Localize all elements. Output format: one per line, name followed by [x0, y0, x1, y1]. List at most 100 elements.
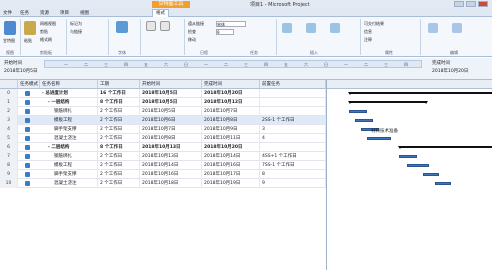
- table-cell-name[interactable]: - 一层结构: [40, 98, 98, 107]
- table-cell-n[interactable]: 3: [0, 116, 18, 125]
- table-cell-dur[interactable]: 2 个工作日: [98, 179, 140, 188]
- font-size-select[interactable]: 9: [216, 29, 234, 35]
- close-button[interactable]: [478, 1, 488, 7]
- table-cell-pred[interactable]: [260, 143, 326, 152]
- gantt-chart[interactable]: 材料技术准备: [326, 80, 492, 270]
- table-cell-pred[interactable]: 9: [260, 179, 326, 188]
- table-row[interactable]: 1 - 一层结构 8 个工作日 2018年10月5日 2018年10月12日: [0, 98, 326, 107]
- table-cell-start[interactable]: 2018年10月6日: [140, 116, 202, 125]
- gantt-task-bar[interactable]: [355, 119, 373, 122]
- table-cell-n[interactable]: 0: [0, 89, 18, 98]
- table-cell-pred[interactable]: [260, 98, 326, 107]
- gantt-task-bar[interactable]: [423, 173, 439, 176]
- table-cell-n[interactable]: 4: [0, 125, 18, 134]
- ribbon-small-button[interactable]: 注释: [364, 37, 372, 43]
- table-cell-start[interactable]: 2018年10月14日: [140, 161, 202, 170]
- table-cell-pred[interactable]: 8: [260, 170, 326, 179]
- table-cell-start[interactable]: 2018年10月7日: [140, 125, 202, 134]
- column-header-mode[interactable]: 任务模式: [18, 80, 40, 89]
- table-cell-name[interactable]: 模板工程: [40, 116, 98, 125]
- maximize-button[interactable]: [466, 1, 476, 7]
- table-row[interactable]: 9 脚手架支撑 2 个工作日 2018年10月16日 2018年10月17日 8: [0, 170, 326, 179]
- table-cell-start[interactable]: 2018年10月16日: [140, 170, 202, 179]
- table-cell-finish[interactable]: 2018年10月12日: [202, 98, 260, 107]
- gantt-summary-bar[interactable]: [398, 146, 492, 149]
- table-cell-name[interactable]: 混凝土浇注: [40, 134, 98, 143]
- table-cell-n[interactable]: 6: [0, 143, 18, 152]
- ribbon-small-button[interactable]: 标记为: [70, 21, 82, 27]
- column-header-duration[interactable]: 工期: [98, 80, 140, 89]
- table-row[interactable]: 6 - 二层结构 8 个工作日 2018年10月13日 2018年10月20日: [0, 143, 326, 152]
- table-cell-finish[interactable]: 2018年10月7日: [202, 107, 260, 116]
- task-icon[interactable]: [282, 23, 292, 33]
- table-cell-finish[interactable]: 2018年10月19日: [202, 179, 260, 188]
- table-cell-dur[interactable]: 2 个工作日: [98, 161, 140, 170]
- gantt-tools-tab[interactable]: 甘特图工具: [152, 1, 190, 8]
- table-cell-start[interactable]: 2018年10月5日: [140, 107, 202, 116]
- table-cell-n[interactable]: 5: [0, 134, 18, 143]
- table-cell-pred[interactable]: [260, 89, 326, 98]
- ribbon-small-button[interactable]: 检查: [188, 29, 196, 35]
- tab-resource[interactable]: 资源: [40, 10, 49, 16]
- table-cell-name[interactable]: 模板工程: [40, 161, 98, 170]
- tab-project[interactable]: 项目: [60, 10, 69, 16]
- table-cell-finish[interactable]: 2018年10月11日: [202, 134, 260, 143]
- gantt-summary-bar[interactable]: [348, 101, 428, 104]
- gantt-view-button[interactable]: 甘特图: [3, 38, 15, 44]
- paste-button[interactable]: 粘贴: [24, 38, 32, 44]
- table-cell-finish[interactable]: 2018年10月20日: [202, 143, 260, 152]
- table-row[interactable]: 8 模板工程 2 个工作日 2018年10月14日 2018年10月16日 7SS-1 个…: [0, 161, 326, 170]
- ribbon-small-button[interactable]: 与链接: [70, 29, 82, 35]
- table-row[interactable]: 2 钢筋绑扎 2 个工作日 2018年10月5日 2018年10月7日: [0, 107, 326, 116]
- table-cell-finish[interactable]: 2018年10月14日: [202, 152, 260, 161]
- table-cell-n[interactable]: 1: [0, 98, 18, 107]
- table-row[interactable]: 3 模板工程 2 个工作日 2018年10月6日 2018年10月8日 2SS-1 个工作…: [0, 116, 326, 125]
- table-cell-dur[interactable]: 8 个工作日: [98, 143, 140, 152]
- ribbon-small-button[interactable]: 格式刷: [40, 37, 52, 43]
- table-cell-pred[interactable]: 3: [260, 125, 326, 134]
- ribbon-small-button[interactable]: 遵从链接: [188, 21, 204, 27]
- table-cell-pred[interactable]: 2SS-1 个工作日: [260, 116, 326, 125]
- table-row[interactable]: 4 脚手架支撑 2 个工作日 2018年10月7日 2018年10月9日 3: [0, 125, 326, 134]
- column-header-start[interactable]: 开始时间: [140, 80, 202, 89]
- table-cell-dur[interactable]: 16 个工作日: [98, 89, 140, 98]
- table-cell-n[interactable]: 2: [0, 107, 18, 116]
- table-cell-dur[interactable]: 2 个工作日: [98, 125, 140, 134]
- table-cell-name[interactable]: - 二层结构: [40, 143, 98, 152]
- table-cell-finish[interactable]: 2018年10月16日: [202, 161, 260, 170]
- ribbon-small-button[interactable]: 移动: [188, 37, 196, 43]
- tab-file[interactable]: 文件: [3, 10, 12, 16]
- gantt-summary-bar[interactable]: [348, 92, 492, 95]
- milestone-icon[interactable]: [306, 23, 316, 33]
- table-row[interactable]: 5 混凝土浇注 2 个工作日 2018年10月8日 2018年10月11日 4: [0, 134, 326, 143]
- table-cell-n[interactable]: 8: [0, 161, 18, 170]
- table-cell-pred[interactable]: [260, 107, 326, 116]
- table-cell-dur[interactable]: 2 个工作日: [98, 152, 140, 161]
- table-cell-name[interactable]: - 总进度计划: [40, 89, 98, 98]
- table-cell-n[interactable]: 7: [0, 152, 18, 161]
- minimize-button[interactable]: [454, 1, 464, 7]
- gantt-task-bar[interactable]: [407, 164, 429, 167]
- table-cell-dur[interactable]: 2 个工作日: [98, 134, 140, 143]
- table-cell-name[interactable]: 脚手架支撑: [40, 170, 98, 179]
- table-cell-start[interactable]: 2018年10月13日: [140, 152, 202, 161]
- find-icon[interactable]: [452, 23, 462, 33]
- table-cell-start[interactable]: 2018年10月13日: [140, 143, 202, 152]
- ribbon-small-button[interactable]: 信息: [364, 29, 372, 35]
- table-cell-dur[interactable]: 2 个工作日: [98, 107, 140, 116]
- table-cell-name[interactable]: 脚手架支撑: [40, 125, 98, 134]
- font-name-select[interactable]: 宋体: [216, 21, 246, 27]
- table-cell-n[interactable]: 10: [0, 179, 18, 188]
- tab-task[interactable]: 任务: [20, 10, 29, 16]
- column-header-name[interactable]: 任务名称: [40, 80, 98, 89]
- table-row[interactable]: 10 混凝土浇注 2 个工作日 2018年10月18日 2018年10月19日 9: [0, 179, 326, 188]
- table-cell-pred[interactable]: 4: [260, 134, 326, 143]
- gantt-task-bar[interactable]: [349, 110, 367, 113]
- scroll-to-task-icon[interactable]: [428, 23, 438, 33]
- auto-schedule-icon[interactable]: [160, 21, 170, 31]
- table-cell-n[interactable]: 9: [0, 170, 18, 179]
- tab-format[interactable]: 格式: [152, 9, 169, 17]
- table-row[interactable]: 0 - 总进度计划 16 个工作日 2018年10月5日 2018年10月20日: [0, 89, 326, 98]
- deliverable-icon[interactable]: [330, 23, 340, 33]
- table-cell-finish[interactable]: 2018年10月9日: [202, 125, 260, 134]
